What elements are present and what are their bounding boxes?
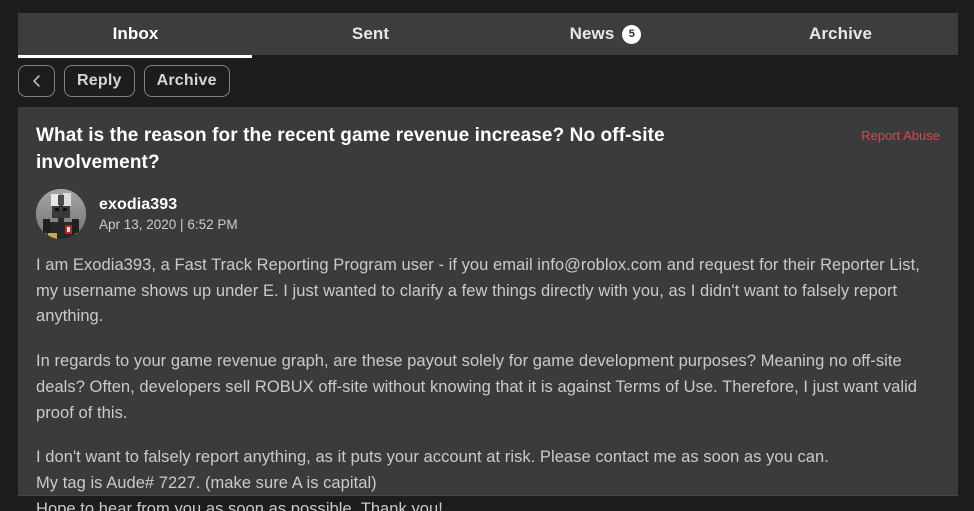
tab-news[interactable]: News 5	[488, 13, 723, 55]
report-abuse-link[interactable]: Report Abuse	[861, 128, 940, 143]
messages-app: Inbox Sent News 5 Archive Reply Archive What…	[0, 0, 974, 511]
message-timestamp: Apr 13, 2020 | 6:52 PM	[99, 216, 238, 232]
message-line: My tag is Aude# 7227. (make sure A is ca…	[36, 474, 377, 493]
tab-label: Sent	[351, 24, 390, 43]
message-line: I don't want to falsely report anything,…	[36, 448, 829, 467]
message-line: Hope to hear from you as soon as possibl…	[36, 499, 443, 511]
message-line: I am Exodia393, a Fast Track Reporting P…	[36, 255, 920, 326]
back-button[interactable]	[18, 65, 55, 97]
message-detail-panel: What is the reason for the recent game r…	[18, 107, 958, 511]
message-paragraph: In regards to your game revenue graph, a…	[36, 349, 940, 426]
tab-label: News	[569, 24, 615, 43]
chevron-left-icon	[30, 74, 44, 88]
message-toolbar: Reply Archive	[18, 65, 230, 97]
sender-username[interactable]: exodia393	[99, 196, 238, 214]
tab-label: Inbox	[112, 24, 159, 43]
reply-button[interactable]: Reply	[64, 65, 135, 97]
archive-button[interactable]: Archive	[143, 65, 230, 97]
sender-meta: exodia393 Apr 13, 2020 | 6:52 PM	[99, 196, 238, 232]
message-header: What is the reason for the recent game r…	[36, 123, 940, 177]
message-paragraph: I don't want to falsely report anything,…	[36, 445, 940, 511]
tab-inbox[interactable]: Inbox	[18, 13, 253, 58]
tab-archive[interactable]: Archive	[723, 13, 958, 55]
tab-sent[interactable]: Sent	[253, 13, 488, 55]
message-body: I am Exodia393, a Fast Track Reporting P…	[36, 253, 940, 511]
user-avatar-thumbnail[interactable]	[36, 188, 86, 239]
tab-label: Archive	[808, 24, 873, 43]
tab-badge-count: 5	[622, 24, 642, 44]
message-tabs: Inbox Sent News 5 Archive	[18, 13, 958, 58]
message-line: In regards to your game revenue graph, a…	[36, 352, 918, 422]
message-paragraph: I am Exodia393, a Fast Track Reporting P…	[36, 253, 940, 330]
message-sender: exodia393 Apr 13, 2020 | 6:52 PM	[36, 188, 940, 239]
message-subject: What is the reason for the recent game r…	[36, 125, 665, 173]
